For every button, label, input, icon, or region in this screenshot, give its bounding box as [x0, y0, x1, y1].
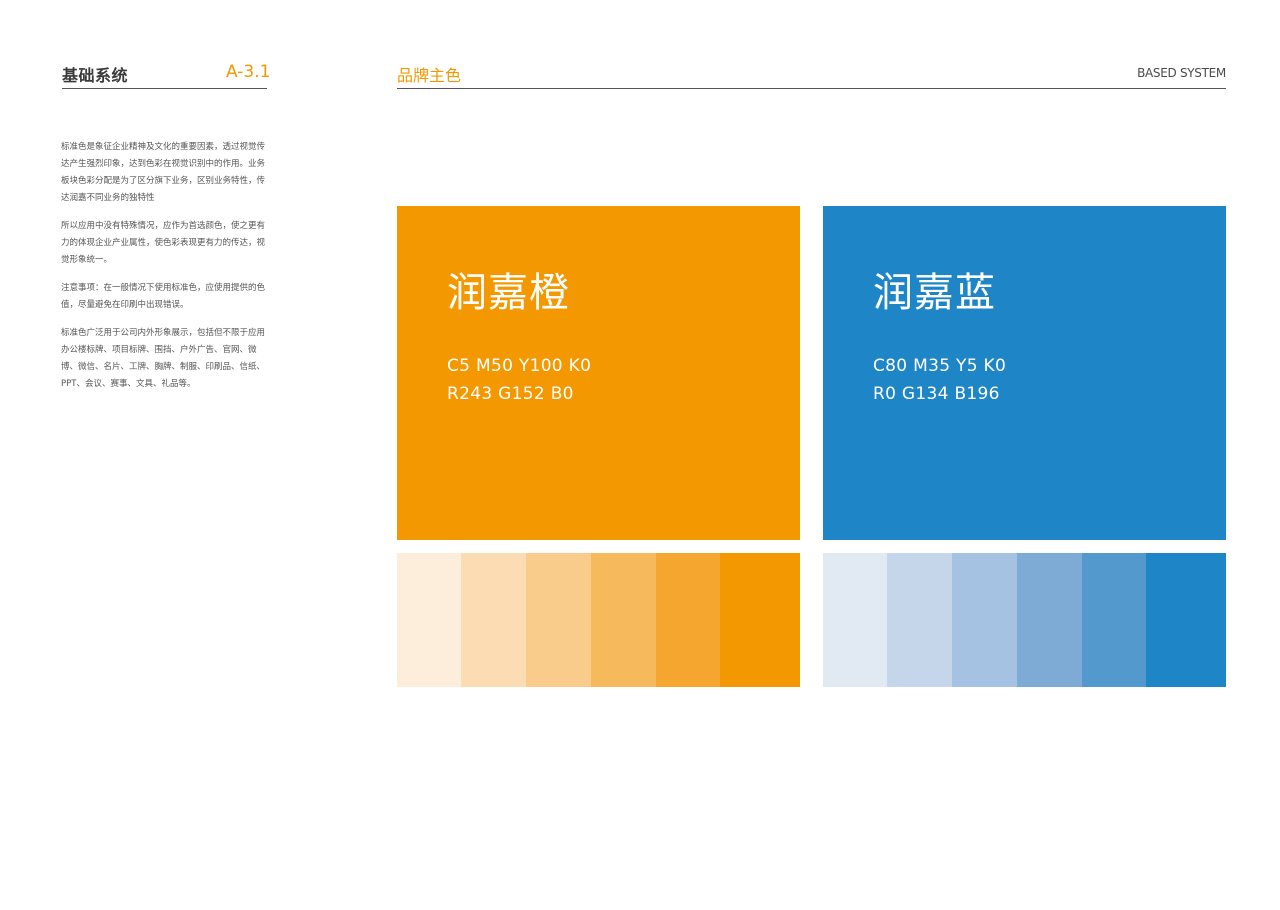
blue-tint-4: [1017, 553, 1082, 687]
orange-color-swatch: 润嘉橙 C5 M50 Y100 K0 R243 G152 B0: [397, 206, 800, 540]
description-paragraph: 所以应用中没有特殊情况，应作为首选颜色，使之更有力的体现企业产业属性，使色彩表现…: [61, 221, 266, 265]
description-paragraph: 注意事项：在一般情况下使用标准色，应使用提供的色值，尽量避免在印刷中出现错误。: [61, 283, 266, 310]
blue-rgb-value: R0 G134 B196: [873, 384, 1000, 404]
orange-cmyk-value: C5 M50 Y100 K0: [447, 356, 592, 376]
orange-tint-6: [720, 553, 800, 687]
blue-cmyk-value: C80 M35 Y5 K0: [873, 356, 1007, 376]
description-paragraph: 标准色是象征企业精神及文化的重要因素，透过视觉传达产生强烈印象，达到色彩在视觉识…: [61, 142, 266, 203]
blue-tint-strip: [823, 553, 1226, 687]
blue-tint-5: [1082, 553, 1146, 687]
left-header-divider: [62, 88, 267, 89]
orange-rgb-value: R243 G152 B0: [447, 384, 574, 404]
blue-color-swatch: 润嘉蓝 C80 M35 Y5 K0 R0 G134 B196: [823, 206, 1226, 540]
description-paragraph: 标准色广泛用于公司内外形象展示，包括但不限于应用办公楼标牌、项目标牌、围挡、户外…: [61, 328, 266, 389]
blue-tint-6: [1146, 553, 1226, 687]
orange-tint-2: [461, 553, 526, 687]
orange-color-name: 润嘉橙: [447, 270, 570, 316]
blue-tint-3: [952, 553, 1017, 687]
blue-tint-2: [887, 553, 952, 687]
blue-tint-1: [823, 553, 887, 687]
section-code: A-3.1: [226, 62, 271, 82]
page-title-english: BASED SYSTEM: [1137, 66, 1226, 80]
orange-tint-3: [526, 553, 591, 687]
orange-tint-4: [591, 553, 656, 687]
right-header-divider: [397, 88, 1226, 89]
section-title: 基础系统: [62, 66, 129, 85]
orange-tint-1: [397, 553, 461, 687]
page-title: 品牌主色: [397, 66, 462, 85]
orange-tint-5: [656, 553, 720, 687]
blue-color-name: 润嘉蓝: [873, 270, 996, 316]
description: 标准色是象征企业精神及文化的重要因素，透过视觉传达产生强烈印象，达到色彩在视觉识…: [61, 139, 271, 404]
orange-tint-strip: [397, 553, 800, 687]
